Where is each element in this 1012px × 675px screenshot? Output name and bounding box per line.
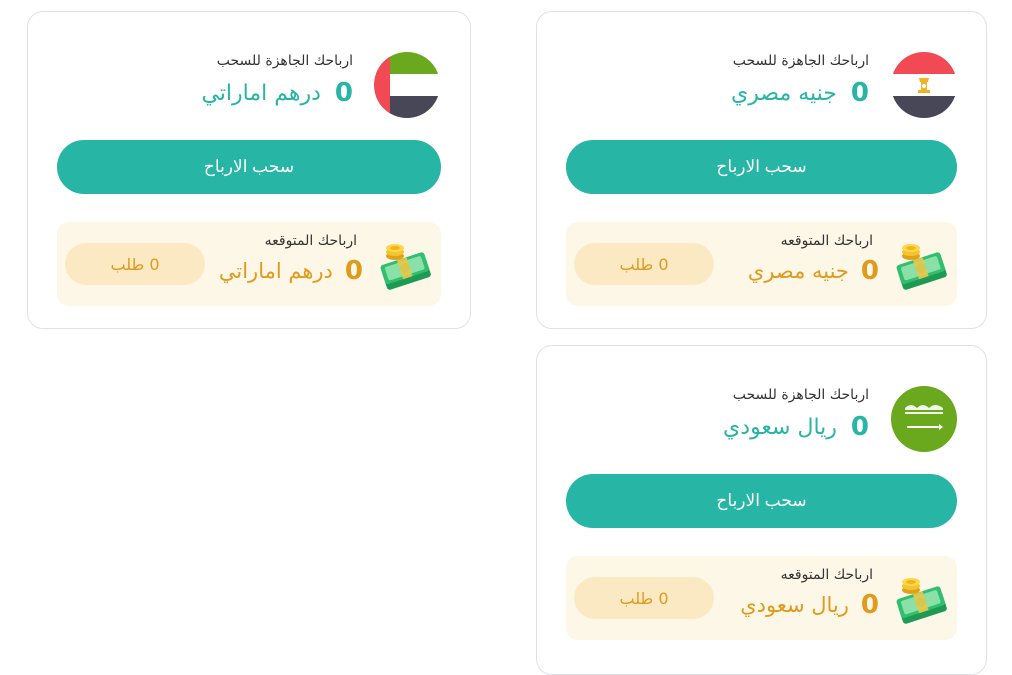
money-stack-icon: [893, 240, 951, 290]
ready-amount: 0: [334, 78, 353, 108]
expected-earnings-value: جنيه مصري 0: [748, 256, 879, 286]
wallet-card-saudi: ارباحك الجاهزة للسحب ريال سعودي 0 سحب ال…: [536, 345, 987, 675]
ready-amount: 0: [850, 78, 869, 108]
ready-earnings-label: ارباحك الجاهزة للسحب: [732, 53, 869, 69]
expected-amount: 0: [860, 256, 879, 286]
withdraw-earnings-button[interactable]: سحب الارباح: [566, 474, 957, 528]
money-stack-icon: [377, 240, 435, 290]
expected-amount: 0: [860, 590, 879, 620]
expected-earnings-label: ارباحك المتوقعه: [780, 233, 873, 249]
expected-earnings-label: ارباحك المتوقعه: [264, 233, 357, 249]
expected-earnings-panel: ارباحك المتوقعه درهم اماراتي 0 0 طلب: [57, 222, 441, 306]
ready-earnings-value: جنيه مصري 0: [731, 78, 869, 108]
requests-count-badge: 0 طلب: [574, 243, 714, 285]
requests-count-badge: 0 طلب: [574, 577, 714, 619]
ready-earnings-value: ريال سعودي 0: [723, 412, 869, 442]
expected-earnings-panel: ارباحك المتوقعه جنيه مصري 0 0 طلب: [566, 222, 957, 306]
ready-earnings-label: ارباحك الجاهزة للسحب: [732, 387, 869, 403]
expected-earnings-label: ارباحك المتوقعه: [780, 567, 873, 583]
wallet-card-uae: ارباحك الجاهزة للسحب درهم اماراتي 0 سحب …: [27, 11, 471, 329]
uae-flag-icon: [374, 52, 440, 118]
wallet-card-egypt: ارباحك الجاهزة للسحب جنيه مصري 0 سحب الا…: [536, 11, 987, 329]
expected-earnings-panel: ارباحك المتوقعه ريال سعودي 0 0 طلب: [566, 556, 957, 640]
expected-currency: ريال سعودي: [740, 593, 849, 617]
ready-earnings-label: ارباحك الجاهزة للسحب: [216, 53, 353, 69]
expected-earnings-value: درهم اماراتي 0: [219, 256, 363, 286]
expected-currency: جنيه مصري: [747, 259, 849, 283]
ready-amount: 0: [850, 412, 869, 442]
ready-currency: درهم اماراتي: [201, 80, 321, 106]
expected-earnings-value: ريال سعودي 0: [740, 590, 879, 620]
withdraw-earnings-button[interactable]: سحب الارباح: [566, 140, 957, 194]
requests-count-badge: 0 طلب: [65, 243, 205, 285]
money-stack-icon: [893, 574, 951, 624]
expected-currency: درهم اماراتي: [218, 259, 333, 283]
expected-amount: 0: [344, 256, 363, 286]
ready-earnings-value: درهم اماراتي 0: [201, 78, 353, 108]
egypt-flag-icon: [891, 52, 957, 118]
saudi-flag-icon: [891, 386, 957, 452]
ready-currency: جنيه مصري: [731, 80, 837, 106]
ready-currency: ريال سعودي: [723, 414, 837, 440]
withdraw-earnings-button[interactable]: سحب الارباح: [57, 140, 441, 194]
